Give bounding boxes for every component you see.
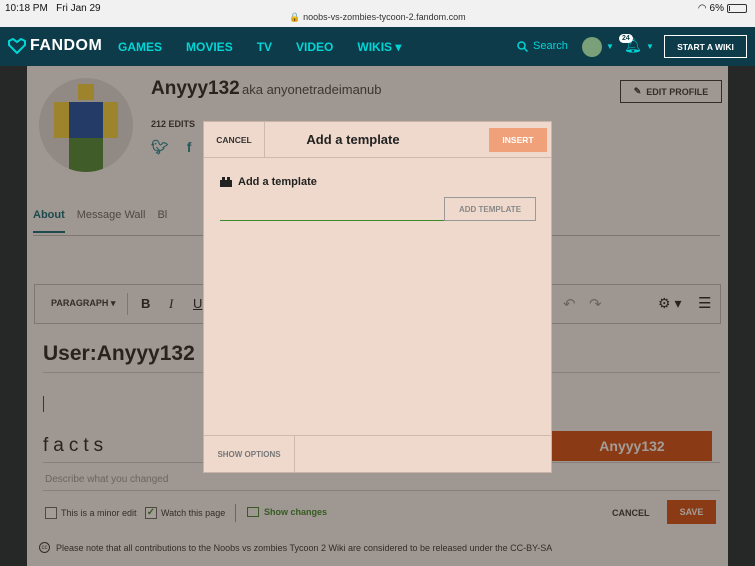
template-section-label: Add a template bbox=[220, 176, 317, 188]
dialog-header: CANCEL Add a template INSERT bbox=[204, 122, 551, 158]
battery-icon bbox=[727, 4, 747, 13]
dialog-cancel-button[interactable]: CANCEL bbox=[204, 122, 265, 158]
user-avatar[interactable] bbox=[582, 37, 602, 57]
template-search-input[interactable] bbox=[220, 197, 444, 221]
add-template-dialog: CANCEL Add a template INSERT Add a templ… bbox=[203, 121, 552, 473]
show-options-button[interactable]: SHOW OPTIONS bbox=[204, 436, 295, 472]
start-wiki-button[interactable]: START A WIKI bbox=[664, 35, 747, 58]
dialog-footer: SHOW OPTIONS bbox=[204, 435, 551, 472]
fandom-logo[interactable]: FANDOM bbox=[8, 37, 102, 55]
notification-badge: 24 bbox=[619, 34, 633, 43]
nav-video[interactable]: VIDEO bbox=[296, 40, 333, 54]
status-bar: 10:18 PM Fri Jan 29 🔒 noobs-vs-zombies-t… bbox=[0, 0, 755, 27]
fandom-heart-icon bbox=[8, 38, 26, 54]
add-template-button[interactable]: ADD TEMPLATE bbox=[444, 197, 536, 221]
top-navigation: FANDOM GAMES MOVIES TV VIDEO WIKIS ▾ Sea… bbox=[0, 27, 755, 66]
battery-status: ◠ 6% bbox=[698, 3, 747, 14]
nav-games[interactable]: GAMES bbox=[118, 40, 162, 54]
chevron-down-icon[interactable]: ▼ bbox=[606, 42, 614, 51]
nav-wikis[interactable]: WIKIS ▾ bbox=[357, 40, 401, 54]
insert-button[interactable]: INSERT bbox=[489, 128, 547, 152]
wifi-icon: ◠ bbox=[697, 3, 707, 14]
search-button[interactable]: Search bbox=[517, 40, 568, 52]
nav-tv[interactable]: TV bbox=[257, 40, 272, 54]
address-url[interactable]: 🔒 noobs-vs-zombies-tycoon-2.fandom.com bbox=[0, 12, 755, 23]
dialog-title: Add a template bbox=[306, 132, 400, 147]
chevron-down-icon[interactable]: ▼ bbox=[646, 42, 654, 51]
search-icon bbox=[517, 40, 528, 52]
puzzle-icon bbox=[220, 177, 232, 187]
nav-movies[interactable]: MOVIES bbox=[186, 40, 233, 54]
